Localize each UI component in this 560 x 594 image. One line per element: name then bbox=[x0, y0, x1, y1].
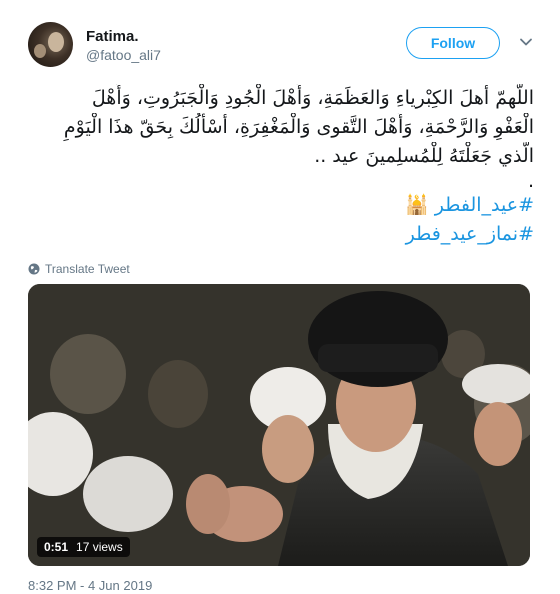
translate-label: Translate Tweet bbox=[45, 262, 130, 276]
user-handle[interactable]: @fatoo_ali7 bbox=[86, 47, 161, 63]
video-duration: 0:51 bbox=[44, 540, 69, 554]
globe-icon bbox=[28, 263, 40, 275]
tweet-dot: . bbox=[527, 170, 534, 192]
translate-tweet-link[interactable]: Translate Tweet bbox=[28, 262, 130, 276]
hashtag-link[interactable]: #نماز_عید_فطر bbox=[28, 220, 534, 249]
tweet-text: اللّهمّ أهلَ الكِبْرياءِ وَالعَظَمَةِ، و… bbox=[28, 84, 534, 249]
display-name[interactable]: Fatima. bbox=[86, 28, 139, 45]
tweet-card: Fatima. @fatoo_ali7 Follow اللّهمّ أهلَ … bbox=[0, 0, 560, 594]
tweet-line: الّذي جَعَلْتَهُ لِلْمُسلِمينَ عيد .. bbox=[314, 145, 534, 167]
tweet-timestamp[interactable]: 8:32 PM - 4 Jun 2019 bbox=[28, 578, 152, 593]
video-stats-badge: 0:51 17 views bbox=[37, 537, 130, 557]
chevron-down-icon[interactable] bbox=[518, 34, 534, 50]
follow-button[interactable]: Follow bbox=[406, 27, 500, 59]
tweet-line: الْعَفْوِ وَالرَّحْمَةِ، وَأَهْلَ التَّق… bbox=[63, 116, 534, 138]
video-frame bbox=[28, 284, 530, 566]
hashtag-link[interactable]: #عيد_الفطر 🕌 bbox=[28, 191, 534, 220]
video-views: 17 views bbox=[76, 540, 123, 554]
tweet-line: اللّهمّ أهلَ الكِبْرياءِ وَالعَظَمَةِ، و… bbox=[91, 87, 534, 109]
avatar[interactable] bbox=[28, 22, 73, 67]
video-player[interactable]: 0:51 17 views bbox=[28, 284, 530, 566]
